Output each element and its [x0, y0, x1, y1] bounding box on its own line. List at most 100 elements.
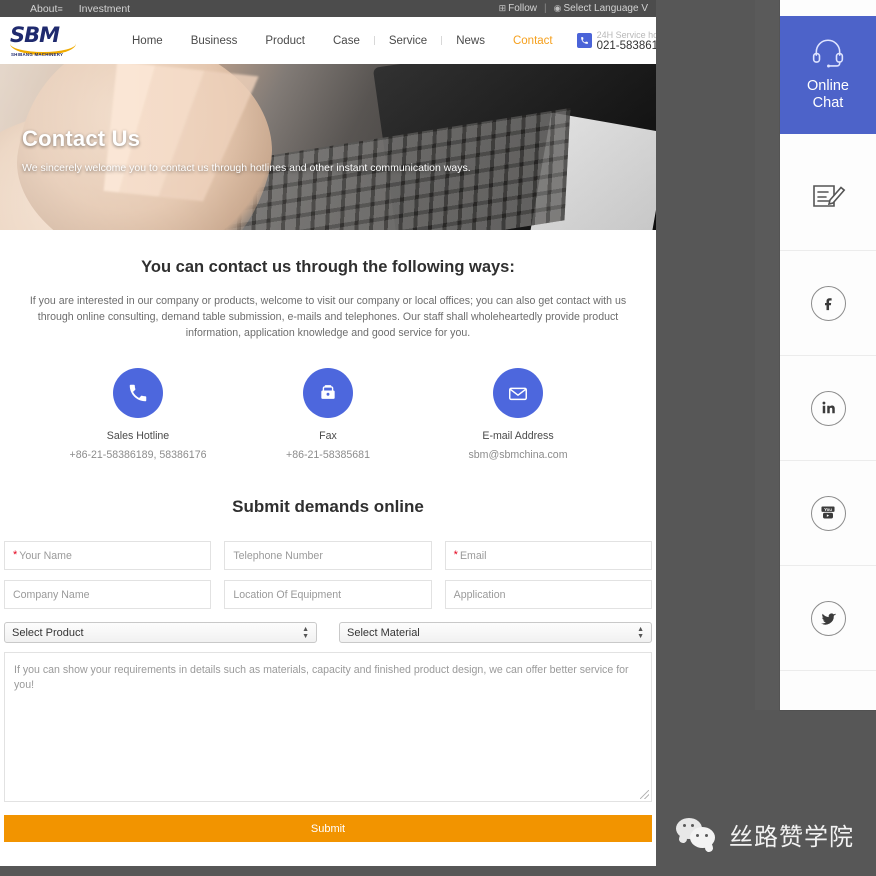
widget-item-facebook[interactable]	[780, 251, 876, 356]
nav-item-business[interactable]: Business	[177, 35, 252, 47]
contact-card-title: Sales Hotline	[106, 430, 170, 442]
email-input[interactable]: * Email	[444, 541, 652, 570]
globe-icon: ◉	[553, 3, 562, 13]
form-row-1: * Your Name Telephone Number * Email	[2, 541, 654, 570]
message-form-icon	[810, 180, 846, 217]
fax-icon	[303, 368, 353, 418]
headset-icon	[811, 38, 845, 73]
utility-topbar: About≡ Investment ⊞ Follow | ◉ Select Lang…	[0, 0, 656, 17]
share-icon: ⊞	[498, 3, 507, 13]
logo-tagline: SHIBANG MACHINERY	[11, 51, 64, 57]
widget-column: Online Chat You	[780, 0, 876, 710]
wechat-icon	[676, 817, 718, 852]
watermark-text: 丝路赞学院	[729, 823, 854, 851]
language-selector[interactable]: ◉ Select Language V	[554, 3, 648, 14]
utility-links: About≡ Investment	[8, 3, 130, 15]
site-header: SBM SHIBANG MACHINERY Home Business Prod…	[0, 17, 656, 64]
twitter-icon	[810, 600, 846, 636]
message-textarea[interactable]: If you can show your requirements in det…	[4, 652, 652, 802]
application-input[interactable]: Application	[444, 580, 652, 609]
contact-card-title: E-mail Address	[482, 430, 554, 442]
hotline-number: 021-58386189	[596, 39, 656, 52]
follow-button[interactable]: ⊞ Follow	[499, 3, 537, 14]
form-heading: Submit demands online	[232, 497, 424, 516]
main-navigation: Home Business Product Case Service News …	[118, 35, 567, 47]
phone-icon	[576, 33, 592, 48]
contact-card-value: +86-21-58386189, 58386176	[69, 449, 207, 461]
facebook-icon	[810, 285, 846, 321]
nav-item-home[interactable]: Home	[118, 35, 177, 47]
hotline-caption: 24H Service hotline	[596, 29, 656, 40]
contact-ways-section: You can contact us through the following…	[0, 230, 656, 461]
contact-card-value: +86-21-58385681	[286, 449, 370, 461]
logo-mark: SBM	[10, 22, 60, 47]
linkedin-icon	[810, 390, 846, 426]
utility-right: ⊞ Follow | ◉ Select Language V	[499, 3, 648, 14]
wechat-watermark: 丝路赞学院	[676, 817, 854, 852]
resize-handle-icon[interactable]	[640, 790, 649, 799]
header-hotline: 24H Service hotline 021-58386189	[576, 30, 656, 52]
contact-card-title: Fax	[319, 430, 337, 442]
material-select[interactable]: Select Material ▲ ▼	[339, 622, 652, 643]
hero-subtitle: We sincerely welcome you to contact us t…	[22, 162, 471, 174]
your-name-input[interactable]: * Your Name	[4, 541, 212, 570]
form-row-2: Company Name Location Of Equipment Appli…	[2, 580, 654, 609]
widget-spacer	[780, 134, 876, 146]
email-placeholder: Email	[459, 549, 487, 562]
envelope-icon	[493, 368, 543, 418]
message-placeholder: If you can show your requirements in det…	[14, 664, 629, 691]
telephone-number-placeholder: Telephone Number	[233, 549, 323, 562]
nav-item-case[interactable]: Case	[319, 35, 374, 47]
list-icon: ≡	[57, 3, 63, 14]
floating-side-widget: Online Chat You	[755, 0, 876, 710]
contact-card-fax[interactable]: Fax +86-21-58385681	[233, 368, 423, 461]
online-chat-button[interactable]: Online Chat	[780, 16, 876, 134]
svg-text:You: You	[824, 507, 832, 512]
required-marker: *	[13, 549, 18, 561]
widget-item-youtube[interactable]: You	[780, 461, 876, 566]
hero-banner: Contact Us We sincerely welcome you to c…	[0, 64, 656, 230]
chevron-updown-icon: ▲ ▼	[302, 625, 309, 640]
contact-card-sales-hotline[interactable]: Sales Hotline +86-21-58386189, 58386176	[43, 368, 233, 461]
nav-item-product[interactable]: Product	[251, 35, 319, 47]
material-select-value: Select Material	[347, 626, 420, 639]
topbar-link-about[interactable]: About≡	[30, 3, 65, 15]
contact-card-value: sbm@sbmchina.com	[468, 449, 568, 461]
widget-item-twitter[interactable]	[780, 566, 876, 671]
product-select[interactable]: Select Product ▲ ▼	[4, 622, 317, 643]
nav-item-service[interactable]: Service	[375, 35, 441, 47]
product-select-value: Select Product	[12, 626, 84, 639]
company-name-placeholder: Company Name	[13, 588, 90, 601]
hero-title: Contact Us	[22, 126, 141, 151]
contact-ways-intro: If you are interested in our company or …	[29, 295, 627, 339]
location-of-equipment-input[interactable]: Location Of Equipment	[224, 580, 432, 609]
hotline-text: 24H Service hotline 021-58386189	[597, 30, 656, 52]
hero-copy: Contact Us We sincerely welcome you to c…	[22, 126, 471, 175]
company-name-input[interactable]: Company Name	[4, 580, 212, 609]
location-placeholder: Location Of Equipment	[233, 588, 342, 601]
submit-button[interactable]: Submit	[4, 815, 652, 842]
required-marker: *	[453, 549, 458, 561]
application-placeholder: Application	[453, 588, 506, 601]
phone-handset-icon	[113, 368, 163, 418]
topbar-separator: |	[544, 3, 547, 14]
widget-item-linkedin[interactable]	[780, 356, 876, 461]
contact-cards: Sales Hotline +86-21-58386189, 58386176 …	[8, 368, 648, 461]
nav-item-contact[interactable]: Contact	[499, 35, 567, 47]
form-row-selects: Select Product ▲ ▼ Select Material ▲ ▼	[2, 622, 654, 643]
chevron-updown-icon: ▲ ▼	[637, 625, 644, 640]
online-chat-label: Online Chat	[807, 78, 849, 111]
contact-card-email[interactable]: E-mail Address sbm@sbmchina.com	[423, 368, 613, 461]
site-logo[interactable]: SBM SHIBANG MACHINERY	[10, 22, 76, 60]
topbar-link-investment[interactable]: Investment	[79, 3, 130, 15]
telephone-number-input[interactable]: Telephone Number	[224, 541, 432, 570]
your-name-placeholder: Your Name	[19, 549, 72, 562]
demand-form-section: Submit demands online * Your Name Teleph…	[0, 461, 656, 842]
form-fields: * Your Name Telephone Number * Email Com…	[0, 541, 656, 842]
nav-item-news[interactable]: News	[442, 35, 499, 47]
screenshot-stage: About≡ Investment ⊞ Follow | ◉ Select Lang…	[0, 0, 876, 876]
youtube-icon: You	[810, 495, 846, 531]
website-screenshot: About≡ Investment ⊞ Follow | ◉ Select Lang…	[0, 0, 656, 866]
widget-item-message-form[interactable]	[780, 146, 876, 251]
contact-ways-heading: You can contact us through the following…	[141, 258, 515, 276]
